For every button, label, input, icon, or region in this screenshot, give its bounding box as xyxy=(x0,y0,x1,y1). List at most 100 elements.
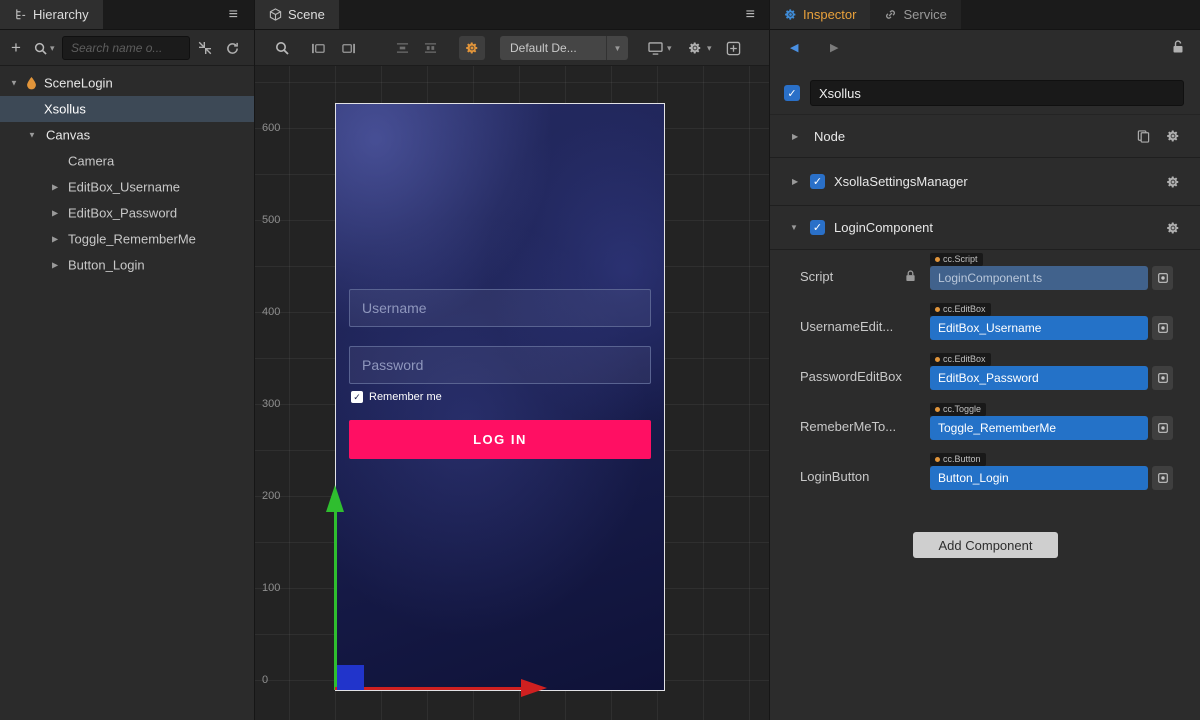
node-reference-field[interactable]: Toggle_RememberMe xyxy=(930,416,1148,440)
distribute-horizontal-icon[interactable] xyxy=(395,30,410,66)
collapse-arrow-icon[interactable] xyxy=(790,223,798,232)
hierarchy-panel: Hierarchy SceneLogin xyxy=(0,0,255,720)
node-reference-field[interactable]: EditBox_Username xyxy=(930,316,1148,340)
hierarchy-search-input[interactable] xyxy=(62,36,190,60)
checkbox-checked-icon xyxy=(351,391,363,403)
script-reference-field[interactable]: LoginComponent.ts xyxy=(930,266,1148,290)
locate-node-button[interactable] xyxy=(1152,466,1173,490)
node-reference-field[interactable]: EditBox_Password xyxy=(930,366,1148,390)
node-active-checkbox[interactable] xyxy=(784,85,800,101)
hierarchy-tabbar: Hierarchy xyxy=(0,0,254,30)
locate-node-button[interactable] xyxy=(1152,316,1173,340)
tab-hierarchy[interactable]: Hierarchy xyxy=(0,0,103,29)
locate-node-button[interactable] xyxy=(1152,416,1173,440)
resolution-dropdown-value: Default De... xyxy=(500,41,606,55)
tab-service[interactable]: Service xyxy=(870,0,960,29)
distribute-vertical-icon[interactable] xyxy=(423,30,438,66)
badge-dot-icon xyxy=(935,407,940,412)
preview-remember-me-toggle[interactable]: Remember me xyxy=(351,391,442,403)
tree-node-scene[interactable]: SceneLogin xyxy=(0,70,254,96)
tab-scene[interactable]: Scene xyxy=(255,0,339,29)
tree-node-editbox-username[interactable]: EditBox_Username xyxy=(0,174,254,200)
tree-node-camera[interactable]: Camera xyxy=(0,148,254,174)
node-copy-icon[interactable] xyxy=(1137,130,1150,143)
property-row-rememberme-toggle: RemeberMeTo... cc.Toggle Toggle_Remember… xyxy=(770,400,1200,450)
expand-arrow-icon[interactable] xyxy=(52,183,58,192)
gizmo-origin-handle[interactable] xyxy=(337,665,364,690)
layout-grid-icon[interactable] xyxy=(726,30,741,66)
component-enabled-checkbox[interactable] xyxy=(810,174,825,189)
badge-dot-icon xyxy=(935,457,940,462)
node-settings-gear-icon[interactable] xyxy=(1166,129,1180,143)
unlock-icon[interactable] xyxy=(1172,30,1184,64)
expand-arrow-icon[interactable] xyxy=(10,79,18,88)
property-label: RemeberMeTo... xyxy=(800,419,920,434)
tree-node-canvas[interactable]: Canvas xyxy=(0,122,254,148)
component-type-badge: cc.Toggle xyxy=(930,403,986,416)
node-section-header[interactable]: Node xyxy=(770,114,1200,158)
property-row-username-editbox: UsernameEdit... cc.EditBox EditBox_Usern… xyxy=(770,300,1200,350)
align-left-icon[interactable] xyxy=(311,30,326,66)
expand-arrow-icon[interactable] xyxy=(792,132,798,141)
align-right-icon[interactable] xyxy=(341,30,356,66)
add-component-button[interactable]: Add Component xyxy=(913,532,1058,558)
refresh-icon[interactable] xyxy=(226,30,239,66)
node-name-row xyxy=(770,72,1200,112)
search-icon[interactable] xyxy=(34,30,47,66)
component-type-badge: cc.Script xyxy=(930,253,983,266)
preview-login-button[interactable]: LOG IN xyxy=(349,420,651,459)
cocos-editor: Hierarchy SceneLogin xyxy=(0,0,1200,720)
gizmo-settings-button[interactable] xyxy=(459,36,485,60)
preview-username-editbox[interactable]: Username xyxy=(349,289,651,327)
ruler-label: 400 xyxy=(262,306,280,318)
search-filter-caret-icon[interactable] xyxy=(50,30,55,66)
tree-node-xsollus[interactable]: Xsollus xyxy=(0,96,254,122)
locate-asset-button[interactable] xyxy=(1152,266,1173,290)
create-node-button[interactable] xyxy=(8,30,24,66)
service-link-icon xyxy=(884,8,897,21)
history-forward-icon[interactable] xyxy=(830,30,838,64)
view-mode-caret-icon[interactable] xyxy=(667,30,672,66)
hierarchy-menu-icon[interactable] xyxy=(229,0,238,30)
component-settings-gear-icon[interactable] xyxy=(1166,221,1180,235)
hierarchy-tab-label: Hierarchy xyxy=(33,7,89,22)
history-back-icon[interactable] xyxy=(790,30,798,64)
node-name-input[interactable] xyxy=(810,80,1184,106)
component-header-xsollasettingsmanager[interactable]: XsollaSettingsManager xyxy=(770,158,1200,206)
expand-arrow-icon[interactable] xyxy=(52,209,58,218)
gizmo-x-axis-arrow[interactable] xyxy=(521,679,547,697)
scene-viewport[interactable]: 600 500 400 300 200 100 0 Username Passw… xyxy=(255,66,769,720)
component-header-logincomponent[interactable]: LoginComponent xyxy=(770,206,1200,250)
tab-inspector[interactable]: Inspector xyxy=(770,0,870,29)
property-row-password-editbox: PasswordEditBox cc.EditBox EditBox_Passw… xyxy=(770,350,1200,400)
inspector-gear-icon xyxy=(784,8,797,21)
resolution-dropdown[interactable]: Default De... xyxy=(500,36,628,60)
scene-settings-caret-icon[interactable] xyxy=(707,30,712,66)
expand-arrow-icon[interactable] xyxy=(28,131,36,140)
game-preview-frame[interactable]: Username Password Remember me LOG IN xyxy=(335,103,665,691)
ruler-label: 100 xyxy=(262,582,280,594)
locate-node-button[interactable] xyxy=(1152,366,1173,390)
scene-panel: Scene Default De... xyxy=(255,0,770,720)
component-type-badge: cc.EditBox xyxy=(930,303,991,316)
scene-settings-gear-icon[interactable] xyxy=(688,30,702,66)
component-enabled-checkbox[interactable] xyxy=(810,220,825,235)
zoom-tool-icon[interactable] xyxy=(275,30,289,66)
view-mode-icon[interactable] xyxy=(648,30,663,66)
node-reference-field[interactable]: Button_Login xyxy=(930,466,1148,490)
collapse-all-icon[interactable] xyxy=(198,30,212,66)
gizmo-y-axis[interactable] xyxy=(334,511,337,690)
expand-arrow-icon[interactable] xyxy=(52,261,58,270)
gizmo-y-axis-arrow[interactable] xyxy=(326,485,344,512)
tree-node-editbox-password[interactable]: EditBox_Password xyxy=(0,200,254,226)
expand-arrow-icon[interactable] xyxy=(792,177,798,186)
tree-node-button-login[interactable]: Button_Login xyxy=(0,252,254,278)
tree-node-label: EditBox_Username xyxy=(68,180,180,195)
tree-node-toggle-rememberme[interactable]: Toggle_RememberMe xyxy=(0,226,254,252)
preview-password-editbox[interactable]: Password xyxy=(349,346,651,384)
expand-arrow-icon[interactable] xyxy=(52,235,58,244)
component-settings-gear-icon[interactable] xyxy=(1166,175,1180,189)
property-label: PasswordEditBox xyxy=(800,369,920,384)
scene-menu-icon[interactable] xyxy=(746,0,755,30)
tree-node-label: Toggle_RememberMe xyxy=(68,232,196,247)
